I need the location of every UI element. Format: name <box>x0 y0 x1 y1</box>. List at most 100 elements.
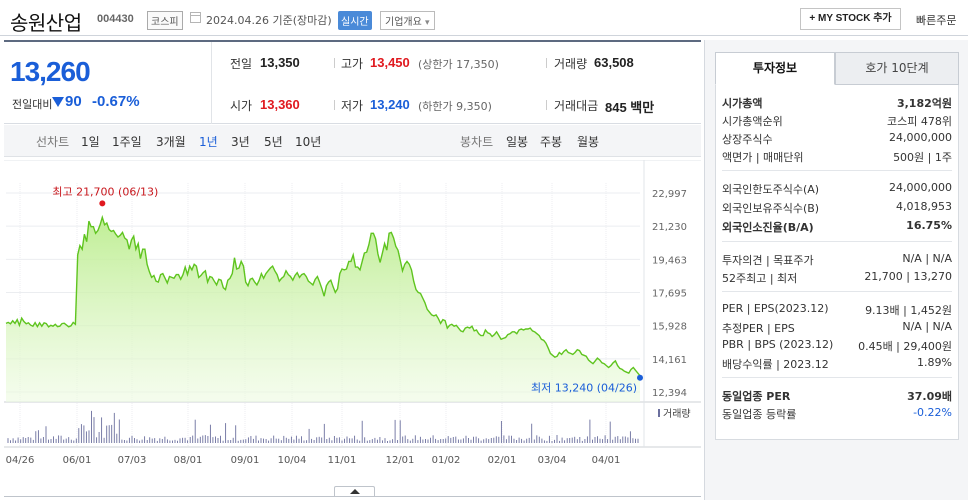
info-label: PER | EPS(2023.12) <box>722 302 829 315</box>
high-value: 13,450 <box>370 55 410 70</box>
info-label: 배당수익률 | 2023.12 <box>722 358 829 371</box>
volume-label: 거래량 <box>554 57 588 71</box>
investment-info-panel: 시가총액 3,182억원시가총액순위 코스피 478위상장주식수 24,000,000… <box>715 85 959 440</box>
volume-legend-swatch <box>658 409 660 417</box>
calendar-icon <box>190 12 201 23</box>
period-1y[interactable]: 1년 <box>199 133 218 150</box>
x-tick-label: 03/04 <box>538 455 567 466</box>
y-tick-label: 12,394 <box>652 388 687 399</box>
info-label: 동일업종 PER <box>722 390 791 403</box>
info-label: 상장주식수 <box>722 133 773 146</box>
line-chart-label: 선차트 <box>36 135 70 149</box>
period-3m[interactable]: 3개월 <box>156 133 186 150</box>
info-row: 외국인소진율(B/A) 16.75% <box>722 219 952 235</box>
x-tick-label: 10/04 <box>278 455 307 466</box>
prev-close-label: 전일 <box>230 57 253 71</box>
y-tick-label: 17,695 <box>652 289 687 300</box>
info-label: 52주최고 | 최저 <box>722 272 798 285</box>
info-label: 액면가 | 매매단위 <box>722 151 804 164</box>
info-value: -0.22% <box>913 406 952 419</box>
x-tick-label: 02/01 <box>488 455 517 466</box>
open-label: 시가 <box>230 99 253 113</box>
x-tick-label: 01/02 <box>432 455 461 466</box>
trade-amount-value: 845 백만 <box>605 100 655 115</box>
high-label: 고가 <box>341 57 364 71</box>
x-tick-label: 11/01 <box>328 455 357 466</box>
info-value: 9.13배 | 1,452원 <box>865 304 952 317</box>
info-row: 시가총액순위 코스피 478위 <box>722 113 952 129</box>
low-marker <box>637 374 643 381</box>
info-row: 배당수익률 | 2023.12 1.89% <box>722 356 952 372</box>
chevron-down-icon: ▾ <box>425 18 430 28</box>
info-label: 외국인보유주식수(B) <box>722 202 820 215</box>
realtime-button[interactable]: 실시간 <box>338 11 372 30</box>
info-label: 외국인소진율(B/A) <box>722 221 814 234</box>
chevron-up-icon <box>350 489 360 494</box>
tab-order-book[interactable]: 호가 10단계 <box>835 52 959 85</box>
divider <box>334 100 335 110</box>
price-summary: 13,260 전일대비 90 -0.67% 전일 13,350 시가 13,36… <box>4 40 701 124</box>
info-value: N/A | N/A <box>902 320 952 333</box>
open-value: 13,360 <box>260 97 300 112</box>
quick-order-link[interactable]: 빠른주문 <box>916 12 956 28</box>
divider <box>334 58 335 68</box>
info-value: 1.89% <box>917 356 952 369</box>
high-annotation: 최고 21,700 (06/13) <box>52 185 158 198</box>
market-badge: 코스피 <box>147 11 183 30</box>
x-tick-label: 04/26 <box>6 455 35 466</box>
divider <box>722 377 952 378</box>
tab-investment-info[interactable]: 투자정보 <box>715 52 835 85</box>
low-annotation: 최저 13,240 (04/26) <box>531 382 637 395</box>
stock-header: 송원산업 004430 코스피 2024.04.26 기준(장마감) 실시간 기… <box>0 0 968 36</box>
divider <box>722 241 952 242</box>
divider <box>722 291 952 292</box>
info-row: 투자의견 | 목표주가 N/A | N/A <box>722 252 952 268</box>
candle-daily[interactable]: 일봉 <box>506 133 528 150</box>
period-1d[interactable]: 1일 <box>81 133 100 150</box>
side-tabs: 투자정보 호가 10단계 <box>715 52 959 85</box>
volume-value: 63,508 <box>594 55 634 70</box>
volume-legend: 거래량 <box>663 408 691 420</box>
info-value: 16.75% <box>906 219 952 232</box>
divider <box>4 496 701 497</box>
candle-monthly[interactable]: 월봉 <box>577 133 599 150</box>
lower-limit: (하한가 9,350) <box>418 100 492 113</box>
as-of-date: 2024.04.26 기준(장마감) <box>206 14 332 27</box>
prev-close-value: 13,350 <box>260 55 300 70</box>
candle-chart-label: 봉차트 <box>460 135 494 149</box>
candle-weekly[interactable]: 주봉 <box>540 133 562 150</box>
price-area <box>6 217 640 402</box>
info-row: 동일업종 PER 37.09배 <box>722 388 952 404</box>
current-price: 13,260 <box>10 56 91 87</box>
stock-name: 송원산업 <box>10 11 82 35</box>
info-value: 24,000,000 <box>889 131 952 144</box>
divider <box>546 58 547 68</box>
period-10y[interactable]: 10년 <box>295 133 321 150</box>
period-5y[interactable]: 5년 <box>264 133 283 150</box>
low-value: 13,240 <box>370 97 410 112</box>
period-3y[interactable]: 3년 <box>231 133 250 150</box>
divider <box>722 170 952 171</box>
info-value: 코스피 478위 <box>887 115 952 128</box>
info-label: 시가총액 <box>722 97 763 110</box>
y-tick-label: 15,928 <box>652 322 687 333</box>
stock-code: 004430 <box>97 13 134 25</box>
info-value: 3,182억원 <box>896 97 952 110</box>
info-row: 상장주식수 24,000,000 <box>722 131 952 147</box>
info-value: N/A | N/A <box>902 252 952 265</box>
divider <box>211 42 212 124</box>
price-chart[interactable]: 22,997 21,230 19,463 17,695 15,928 14,161 12,3… <box>4 160 701 480</box>
x-tick-label: 09/01 <box>231 455 260 466</box>
add-my-stock-button[interactable]: + MY STOCK 추가 <box>800 8 901 30</box>
high-marker <box>99 200 106 207</box>
period-selector: 선차트 1일 1주일 3개월 1년 3년 5년 10년 봉차트 일봉 주봉 월봉 <box>4 125 701 157</box>
info-value: 24,000,000 <box>889 181 952 194</box>
info-row: PBR | BPS (2023.12) 0.45배 | 29,400원 <box>722 338 952 354</box>
side-panel: 투자정보 호가 10단계 시가총액 3,182억원시가총액순위 코스피 478위상장… <box>704 40 968 500</box>
x-tick-label: 12/01 <box>386 455 415 466</box>
info-row: 외국인한도주식수(A) 24,000,000 <box>722 181 952 197</box>
x-tick-label: 07/03 <box>118 455 147 466</box>
company-overview-dropdown[interactable]: 기업개요 ▾ <box>380 11 435 30</box>
period-1w[interactable]: 1주일 <box>112 133 142 150</box>
info-row: 추정PER | EPS N/A | N/A <box>722 320 952 336</box>
